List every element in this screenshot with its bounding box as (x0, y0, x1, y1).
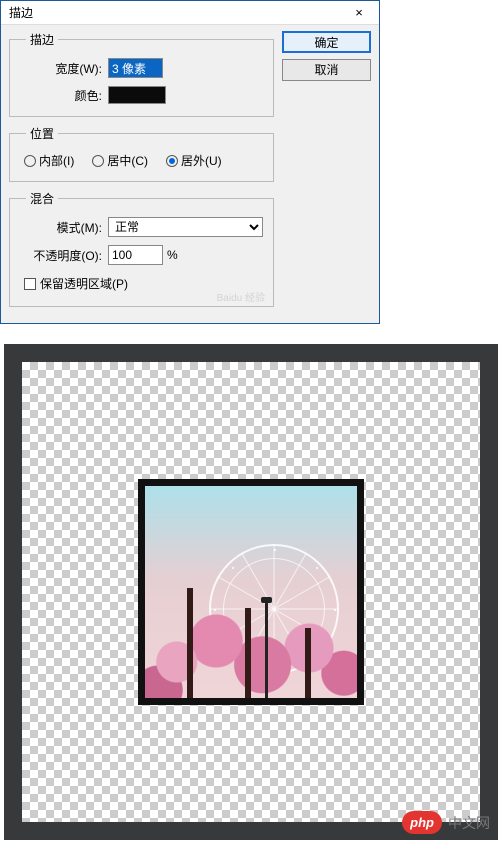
radio-icon (92, 155, 104, 167)
radio-inside-label: 内部(I) (39, 152, 74, 169)
mode-label: 模式(M): (20, 219, 108, 236)
position-group: 位置 内部(I) 居中(C) 居外(U) (9, 125, 274, 182)
color-row: 颜色: (20, 86, 263, 104)
ok-button[interactable]: 确定 (282, 31, 371, 53)
radio-center-label: 居中(C) (107, 152, 148, 169)
radio-center[interactable]: 居中(C) (92, 152, 148, 169)
stroke-dialog: 描边 × 描边 宽度(W): 颜色: 位置 内 (0, 0, 380, 324)
dialog-left-column: 描边 宽度(W): 颜色: 位置 内部(I) (9, 31, 274, 315)
stroke-legend: 描边 (26, 31, 58, 48)
opacity-input[interactable] (108, 245, 163, 265)
opacity-label: 不透明度(O): (20, 247, 108, 264)
stroke-group: 描边 宽度(W): 颜色: (9, 31, 274, 117)
color-label: 颜色: (20, 87, 108, 104)
close-button[interactable]: × (339, 1, 379, 25)
image-blossoms (138, 564, 364, 704)
radio-icon (166, 155, 178, 167)
position-radio-row: 内部(I) 居中(C) 居外(U) (20, 152, 263, 169)
stroked-image[interactable] (138, 479, 364, 705)
opacity-row: 不透明度(O): % (20, 245, 263, 265)
php-logo-badge: php (402, 811, 442, 834)
radio-outside-label: 居外(U) (181, 152, 222, 169)
radio-outside[interactable]: 居外(U) (166, 152, 222, 169)
mode-row: 模式(M): 正常 (20, 217, 263, 237)
width-label: 宽度(W): (20, 60, 108, 77)
image-tree-trunk (187, 588, 193, 698)
footer-badge: php 中文网 (402, 811, 490, 834)
position-legend: 位置 (26, 125, 58, 142)
blend-group: 混合 模式(M): 正常 不透明度(O): % 保留透明区域(P) Baidu … (9, 190, 274, 307)
cancel-button[interactable]: 取消 (282, 59, 371, 81)
canvas-checkerboard (22, 362, 480, 822)
dialog-right-column: 确定 取消 (282, 31, 371, 315)
image-lamp-post (265, 603, 268, 698)
opacity-unit: % (167, 248, 178, 262)
preserve-label: 保留透明区域(P) (40, 275, 128, 292)
preserve-checkbox[interactable] (24, 278, 36, 290)
titlebar[interactable]: 描边 × (1, 1, 379, 25)
dialog-body: 描边 宽度(W): 颜色: 位置 内部(I) (1, 25, 379, 323)
width-row: 宽度(W): (20, 58, 263, 78)
blend-legend: 混合 (26, 190, 58, 207)
radio-icon (24, 155, 36, 167)
mode-select[interactable]: 正常 (108, 217, 263, 237)
preserve-row[interactable]: 保留透明区域(P) (20, 273, 263, 294)
image-tree-trunk (305, 628, 311, 698)
dialog-title: 描边 (9, 4, 339, 21)
width-input[interactable] (108, 58, 163, 78)
radio-inside[interactable]: 内部(I) (24, 152, 74, 169)
footer-text: 中文网 (448, 813, 490, 833)
color-swatch[interactable] (108, 86, 166, 104)
canvas-viewport[interactable] (4, 344, 498, 840)
image-tree-trunk (245, 608, 251, 698)
